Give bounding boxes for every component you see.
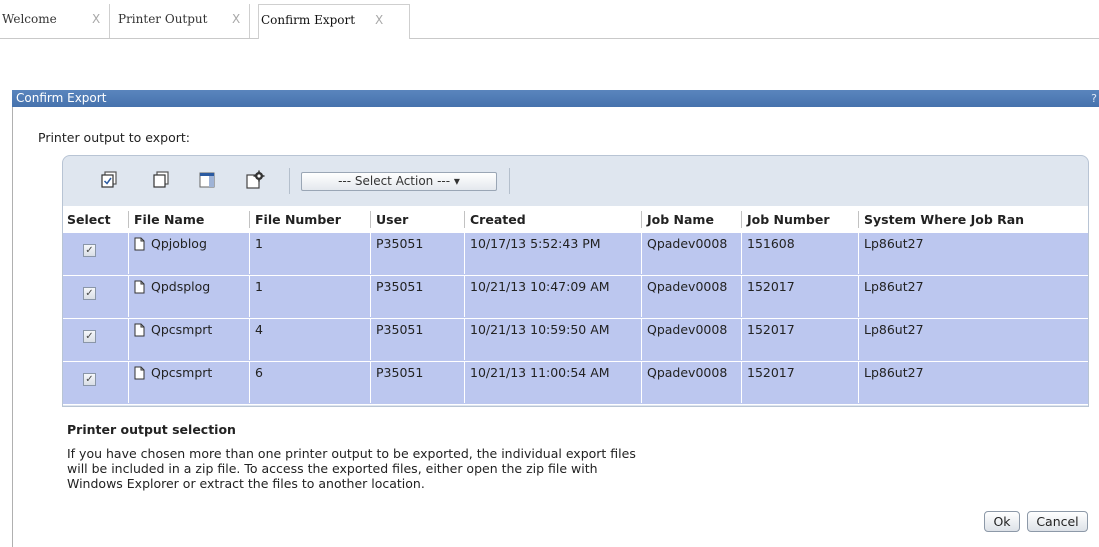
file-name: Qpdsplog [151,279,211,294]
system-cell: Lp86ut27 [859,233,1088,274]
close-icon[interactable]: X [92,4,100,34]
tab-welcome[interactable]: Welcome X [0,4,110,38]
table-header-row: Select File Name File Number User Create… [63,206,1088,233]
job-number-cell: 152017 [742,276,859,317]
table-row[interactable]: ✓ Qpcsmprt 4 P35051 10/21/13 10:59:50 AM… [63,319,1088,362]
ok-button[interactable]: Ok [984,511,1020,532]
select-cell: ✓ [63,362,129,403]
select-cell: ✓ [63,319,129,360]
help-section-text: If you have chosen more than one printer… [67,446,807,491]
dialog-border [12,107,13,547]
user-cell: P35051 [371,276,465,317]
table-row[interactable]: ✓ Qpdsplog 1 P35051 10/21/13 10:47:09 AM… [63,276,1088,319]
dialog-title-bar: Confirm Export ? [12,90,1099,107]
cancel-button[interactable]: Cancel [1027,511,1088,532]
system-cell: Lp86ut27 [859,276,1088,317]
file-number-cell: 4 [250,319,371,360]
printer-output-table-panel: --- Select Action --- ▾ Select File Name… [62,155,1089,407]
document-icon [134,366,145,380]
file-name-cell: Qpdsplog [129,276,250,317]
column-header-file-number[interactable]: File Number [250,206,371,233]
tab-confirm-export[interactable]: Confirm Export X [258,4,410,39]
row-checkbox[interactable]: ✓ [83,287,96,300]
close-icon[interactable]: X [375,5,383,35]
user-cell: P35051 [371,319,465,360]
system-cell: Lp86ut27 [859,362,1088,403]
system-cell: Lp86ut27 [859,319,1088,360]
help-line: If you have chosen more than one printer… [67,446,636,461]
column-header-system-where-job-ran[interactable]: System Where Job Ran [859,206,1088,233]
tab-label: Welcome [2,12,57,26]
close-icon[interactable]: X [232,4,240,34]
job-name-cell: Qpadev0008 [642,276,742,317]
deselect-all-icon[interactable] [151,170,171,190]
job-name-cell: Qpadev0008 [642,233,742,274]
file-name-cell: Qpcsmprt [129,362,250,403]
column-header-job-number[interactable]: Job Number [742,206,859,233]
dialog-title: Confirm Export [16,91,107,105]
table-settings-icon[interactable] [245,170,265,190]
document-icon [134,237,145,251]
select-action-dropdown[interactable]: --- Select Action --- ▾ [301,172,497,191]
help-line: Windows Explorer or extract the files to… [67,476,425,491]
document-icon [134,323,145,337]
select-cell: ✓ [63,276,129,317]
tab-label: Confirm Export [261,13,356,27]
file-number-cell: 1 [250,233,371,274]
created-cell: 10/17/13 5:52:43 PM [465,233,642,274]
job-name-cell: Qpadev0008 [642,362,742,403]
job-name-cell: Qpadev0008 [642,319,742,360]
file-name: Qpjoblog [151,236,207,251]
row-checkbox[interactable]: ✓ [83,244,96,257]
created-cell: 10/21/13 10:59:50 AM [465,319,642,360]
select-all-icon[interactable] [99,170,119,190]
table-row[interactable]: ✓ Qpjoblog 1 P35051 10/17/13 5:52:43 PM … [63,233,1088,276]
created-cell: 10/21/13 11:00:54 AM [465,362,642,403]
file-name-cell: Qpcsmprt [129,319,250,360]
printer-output-table: Select File Name File Number User Create… [63,206,1088,405]
column-header-file-name[interactable]: File Name [129,206,250,233]
toolbar-divider [509,168,510,194]
row-checkbox[interactable]: ✓ [83,330,96,343]
tab-printer-output[interactable]: Printer Output X [116,4,250,38]
document-icon [134,280,145,294]
user-cell: P35051 [371,362,465,403]
column-header-user[interactable]: User [371,206,465,233]
column-header-created[interactable]: Created [465,206,642,233]
file-number-cell: 1 [250,276,371,317]
created-cell: 10/21/13 10:47:09 AM [465,276,642,317]
job-number-cell: 151608 [742,233,859,274]
row-checkbox[interactable]: ✓ [83,373,96,386]
export-prompt-label: Printer output to export: [38,130,190,145]
job-number-cell: 152017 [742,362,859,403]
job-number-cell: 152017 [742,319,859,360]
help-icon[interactable]: ? [1091,90,1097,107]
file-name: Qpcsmprt [151,365,213,380]
column-header-job-name[interactable]: Job Name [642,206,742,233]
toolbar-divider [289,168,290,194]
select-cell: ✓ [63,233,129,274]
columns-icon[interactable] [197,170,217,190]
table-toolbar: --- Select Action --- ▾ [63,156,1088,206]
file-name: Qpcsmprt [151,322,213,337]
help-line: will be included in a zip file. To acces… [67,461,598,476]
user-cell: P35051 [371,233,465,274]
file-number-cell: 6 [250,362,371,403]
column-header-select[interactable]: Select [63,206,129,233]
file-name-cell: Qpjoblog [129,233,250,274]
tab-label: Printer Output [118,12,208,26]
table-row[interactable]: ✓ Qpcsmprt 6 P35051 10/21/13 11:00:54 AM… [63,362,1088,405]
tab-strip: Welcome X Printer Output X Confirm Expor… [0,0,1099,39]
help-section-title: Printer output selection [67,422,236,437]
